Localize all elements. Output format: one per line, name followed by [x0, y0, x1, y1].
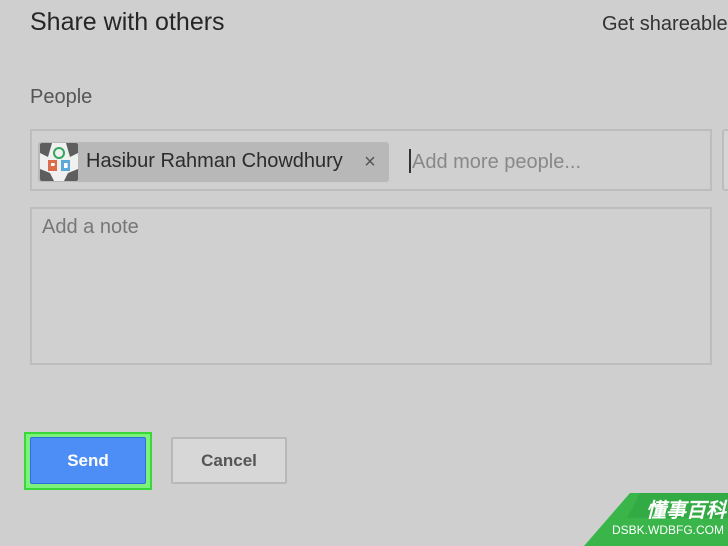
cancel-button[interactable]: Cancel — [171, 437, 287, 484]
close-icon[interactable]: × — [360, 150, 380, 174]
add-people-input[interactable] — [412, 147, 702, 177]
get-shareable-link[interactable]: Get shareable — [602, 13, 728, 36]
permission-dropdown[interactable] — [722, 129, 728, 191]
recipient-avatar — [40, 143, 78, 181]
recipient-chip: Hasibur Rahman Chowdhury × — [38, 142, 389, 182]
watermark-chinese-text: 懂事百科 — [646, 500, 726, 522]
send-button[interactable]: Send — [30, 437, 146, 484]
people-label: People — [30, 86, 93, 108]
watermark-logo: 懂事百科 DSBK.WDBFG.COM — [584, 493, 728, 546]
dialog-title: Share with others — [30, 8, 225, 36]
recipient-name: Hasibur Rahman Chowdhury — [86, 150, 343, 172]
text-cursor — [409, 149, 411, 173]
note-textarea[interactable] — [42, 216, 702, 356]
watermark-domain: DSBK.WDBFG.COM — [611, 523, 724, 537]
